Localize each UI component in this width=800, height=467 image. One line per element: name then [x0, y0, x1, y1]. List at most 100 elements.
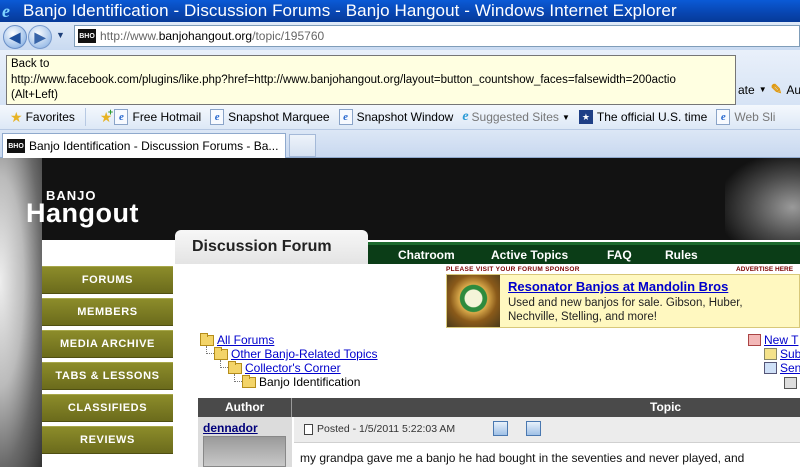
section-title: Discussion Forum: [175, 230, 368, 264]
post-meta: Posted - 1/5/2011 5:22:03 AM: [304, 423, 455, 435]
fav-item-official-us-time[interactable]: ★ The official U.S. time: [578, 110, 708, 124]
tab-title: Banjo Identification - Discussion Forums…: [29, 139, 279, 153]
back-button-tooltip: Back to http://www.facebook.com/plugins/…: [6, 55, 736, 105]
url-prefix: http://www.: [100, 29, 159, 43]
author-column-header: Author: [225, 400, 265, 414]
fav-item-label: Web Sli: [734, 110, 776, 124]
new-tab-button[interactable]: [289, 134, 316, 157]
breadcrumb-banjo-identification: Banjo Identification: [242, 374, 361, 389]
document-icon: [304, 423, 313, 435]
chevron-down-icon: ▼: [758, 85, 767, 94]
site-sidebar: FORUMS MEMBERS MEDIA ARCHIVE TABS & LESS…: [0, 264, 173, 467]
breadcrumb-label: Banjo Identification: [259, 375, 361, 389]
sidebar-item-classifieds[interactable]: CLASSIFIEDS: [42, 394, 173, 422]
url-path: /topic/195760: [252, 29, 325, 43]
post-body: my grandpa gave me a banjo he had bought…: [300, 451, 745, 465]
breadcrumb-collectors-corner[interactable]: Collector's Corner: [228, 360, 341, 375]
advertise-link[interactable]: ADVERTISE HERE: [736, 266, 793, 273]
folder-icon: [228, 360, 242, 374]
back-arrow-icon: ◀: [9, 28, 21, 45]
tree-connector: [234, 374, 242, 382]
fav-item-label: The official U.S. time: [596, 110, 708, 124]
send-icon: [764, 362, 777, 375]
url-domain: banjohangout.org: [158, 29, 253, 43]
favorites-button[interactable]: ★ Favorites: [0, 109, 75, 126]
fav-item-label: Snapshot Window: [356, 110, 454, 124]
sidebar-item-media-archive[interactable]: MEDIA ARCHIVE: [42, 330, 173, 358]
tooltip-line-2: http://www.facebook.com/plugins/like.php…: [11, 73, 676, 86]
au-label[interactable]: Au: [786, 83, 800, 97]
posts-table-header: Author Topic: [198, 398, 800, 417]
star-icon: ★: [10, 108, 23, 125]
subscribe-label: Sub: [780, 347, 800, 361]
post-header: Posted - 1/5/2011 5:22:03 AM: [294, 417, 800, 443]
reply-icon[interactable]: [526, 421, 541, 436]
forward-button[interactable]: ▶: [28, 25, 52, 49]
post-author-cell: dennador: [198, 417, 292, 467]
ie-page-icon: e: [716, 109, 731, 125]
post-timestamp: Posted - 1/5/2011 5:22:03 AM: [317, 423, 456, 435]
ie-e-icon: e: [462, 109, 469, 124]
breadcrumb-other-banjo-topics[interactable]: Other Banjo-Related Topics: [214, 346, 378, 361]
sidebar-item-tabs-lessons[interactable]: TABS & LESSONS: [42, 362, 173, 390]
breadcrumb-label: Other Banjo-Related Topics: [231, 347, 378, 361]
sponsor-label: PLEASE VISIT YOUR FORUM SPONSOR: [446, 266, 580, 273]
nav-active-topics[interactable]: Active Topics: [491, 245, 568, 265]
ie-page-icon: e: [114, 109, 129, 125]
fav-item-free-hotmail[interactable]: e Free Hotmail: [114, 109, 201, 125]
post-author-link[interactable]: dennador: [203, 421, 258, 435]
tab-strip: BHO Banjo Identification - Discussion Fo…: [0, 130, 800, 158]
nav-rules[interactable]: Rules: [665, 245, 698, 265]
new-topic-label: New T: [764, 333, 799, 347]
address-bar[interactable]: BHO http://www.banjohangout.org/topic/19…: [74, 25, 800, 47]
back-button[interactable]: ◀: [3, 25, 27, 49]
breadcrumb-label: All Forums: [217, 333, 275, 347]
new-topic-link[interactable]: New T: [748, 333, 798, 347]
ad-description: Used and new banjos for sale. Gibson, Hu…: [508, 297, 743, 323]
fav-item-snapshot-window[interactable]: e Snapshot Window: [338, 109, 454, 125]
printer-icon: [784, 377, 797, 389]
edit-icon[interactable]: ✎: [771, 81, 783, 98]
folder-open-icon: [242, 374, 256, 388]
window-title: Banjo Identification - Discussion Forums…: [23, 1, 677, 20]
quote-icon[interactable]: [493, 421, 508, 436]
nav-chatroom[interactable]: Chatroom: [398, 245, 455, 265]
subscribe-link[interactable]: Sub: [764, 347, 800, 361]
url-text[interactable]: http://www.banjohangout.org/topic/195760: [100, 29, 324, 43]
recent-pages-dropdown-icon[interactable]: ▼: [56, 30, 65, 40]
fav-item-label: Suggested Sites: [471, 110, 559, 124]
folder-icon: [200, 332, 214, 346]
folder-icon: [214, 346, 228, 360]
breadcrumb-label: Collector's Corner: [245, 361, 341, 375]
sidebar-item-reviews[interactable]: REVIEWS: [42, 426, 173, 454]
fav-item-snapshot-marquee[interactable]: e Snapshot Marquee: [210, 109, 330, 125]
header-banjo-image: [725, 158, 800, 240]
send-topic-link[interactable]: Sen: [764, 361, 800, 375]
page-menu-label[interactable]: ate: [738, 83, 755, 97]
site-favicon: BHO: [7, 139, 25, 153]
sponsor-ad[interactable]: Resonator Banjos at Mandolin Bros Used a…: [446, 274, 800, 328]
sidebar-item-members[interactable]: MEMBERS: [42, 298, 173, 326]
favorites-label: Favorites: [25, 110, 75, 124]
fav-item-suggested-sites[interactable]: e Suggested Sites ▼: [462, 109, 570, 125]
tooltip-line-3: (Alt+Left): [11, 89, 58, 101]
sidebar-item-forums[interactable]: FORUMS: [42, 266, 173, 294]
tooltip-line-1: Back to: [11, 58, 50, 70]
chevron-down-icon: ▼: [561, 112, 570, 122]
avatar[interactable]: [203, 436, 286, 467]
ad-title-link[interactable]: Resonator Banjos at Mandolin Bros: [508, 279, 728, 294]
usgov-icon: ★: [578, 110, 593, 124]
address-toolbar: ◀ ▶ ▼ BHO http://www.banjohangout.org/to…: [0, 22, 800, 50]
print-link[interactable]: [784, 377, 800, 389]
tab-banjo-identification[interactable]: BHO Banjo Identification - Discussion Fo…: [2, 133, 286, 158]
forward-arrow-icon: ▶: [34, 28, 46, 45]
nav-faq[interactable]: FAQ: [607, 245, 632, 265]
logo-big-text: Hangout: [26, 198, 139, 228]
fav-item-label: Free Hotmail: [132, 110, 202, 124]
add-to-favorites-icon[interactable]: ★: [100, 107, 113, 126]
divider: [84, 108, 86, 126]
fav-item-web-slice[interactable]: e Web Sli: [716, 109, 775, 125]
site-favicon: BHO: [78, 29, 96, 43]
ad-image[interactable]: [447, 275, 500, 327]
fav-item-label: Snapshot Marquee: [228, 110, 330, 124]
